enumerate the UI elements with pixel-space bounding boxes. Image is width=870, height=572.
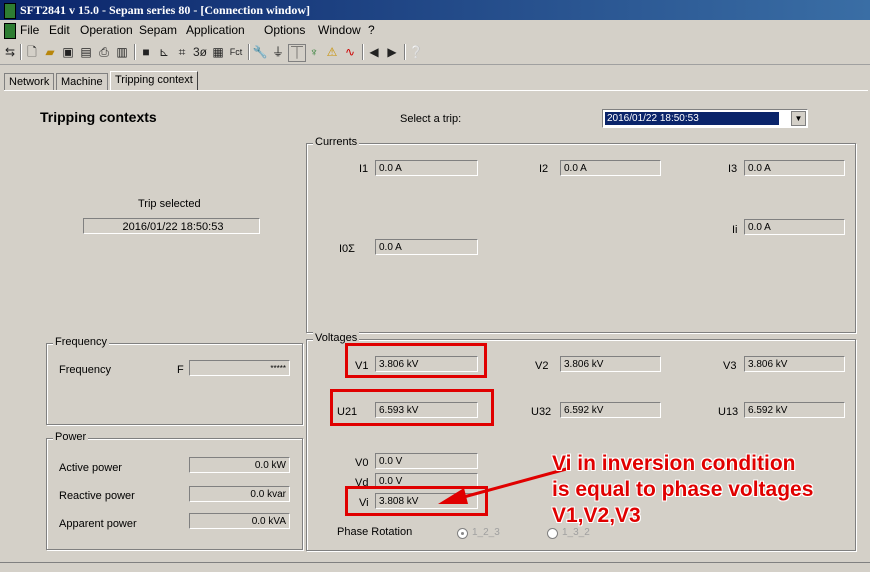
- u13-field: 6.592 kV: [744, 402, 845, 418]
- rotation-123-label: 1_2_3: [472, 527, 500, 538]
- apparent-power-field: 0.0 kVA: [189, 513, 290, 529]
- open-folder-icon[interactable]: ▰: [42, 44, 58, 60]
- app-icon: [4, 3, 16, 19]
- table-icon[interactable]: ▦: [210, 44, 226, 60]
- active-power-field: 0.0 kW: [189, 457, 290, 473]
- print-setup-icon[interactable]: ▥: [114, 44, 130, 60]
- help-icon[interactable]: ❔: [408, 44, 424, 60]
- v3-label: V3: [723, 360, 737, 372]
- frequency-group-title: Frequency: [53, 336, 109, 348]
- i0-field: 0.0 A: [375, 239, 478, 255]
- v3-field: 3.806 kV: [744, 356, 845, 372]
- menu-options[interactable]: Options: [264, 23, 305, 37]
- power-group: Power Active power 0.0 kW Reactive power…: [46, 431, 303, 550]
- alarm-icon[interactable]: ⚠: [324, 44, 340, 60]
- active-power-label: Active power: [59, 462, 122, 474]
- tab-strip: Network Machine Tripping context: [0, 64, 870, 92]
- frequency-label: Frequency: [59, 364, 111, 376]
- print-preview-icon[interactable]: ⎙: [96, 44, 112, 60]
- reactive-power-field: 0.0 kvar: [189, 486, 290, 502]
- u32-label: U32: [531, 406, 552, 418]
- tab-machine[interactable]: Machine: [56, 73, 108, 90]
- ii-field: 0.0 A: [744, 219, 845, 235]
- u21-highlight-box: [330, 389, 494, 426]
- v0-label: V0: [355, 457, 369, 469]
- currents-group: Currents I1 0.0 A I2 0.0 A I3 0.0 A Ii 0…: [306, 136, 856, 333]
- i0-label: I0Σ: [339, 243, 355, 255]
- u32-field: 6.592 kV: [560, 402, 661, 418]
- wrench-icon[interactable]: 🔧: [252, 44, 268, 60]
- menu-application[interactable]: Application: [186, 23, 245, 37]
- diagnosis-icon[interactable]: ♆: [306, 44, 322, 60]
- rotation-132-radio[interactable]: [547, 528, 558, 539]
- title-bar: SFT2841 v 15.0 - Sepam series 80 - [Conn…: [0, 0, 870, 20]
- menu-window[interactable]: Window: [318, 23, 361, 37]
- power-group-title: Power: [53, 431, 89, 443]
- toolbar: ⇆ 🗋 ▰ ▣ ▤ ⎙ ▥ ■ ⊾ ⌗ 3ø ▦ Fct 🔧 ⏚ ⏉ ♆ ⚠ ∿…: [0, 40, 870, 65]
- i3-label: I3: [728, 163, 738, 175]
- v2-field: 3.806 kV: [560, 356, 661, 372]
- waveform-icon[interactable]: ∿: [342, 44, 358, 60]
- protection-icon[interactable]: 3ø: [192, 44, 208, 60]
- reactive-power-label: Reactive power: [59, 490, 135, 502]
- tab-tripping-context[interactable]: Tripping context: [110, 71, 198, 91]
- v1-highlight-box: [345, 343, 487, 378]
- frequency-group: Frequency Frequency F *****: [46, 336, 303, 425]
- menu-edit[interactable]: Edit: [49, 23, 70, 37]
- ii-label: Ii: [732, 224, 738, 236]
- i2-field: 0.0 A: [560, 160, 661, 176]
- settings-icon[interactable]: ⌗: [174, 44, 190, 60]
- tab-network[interactable]: Network: [4, 73, 55, 90]
- sepam-icon[interactable]: ■: [138, 44, 154, 60]
- trip-selected-label: Trip selected: [138, 198, 201, 210]
- new-file-icon[interactable]: 🗋: [24, 44, 40, 60]
- print-icon[interactable]: ▤: [78, 44, 94, 60]
- menu-operation[interactable]: Operation: [80, 23, 133, 37]
- u13-label: U13: [718, 406, 739, 418]
- menu-file[interactable]: File: [20, 23, 39, 37]
- next-icon[interactable]: ▶: [384, 44, 400, 60]
- fct-icon[interactable]: Fct: [228, 44, 244, 60]
- frequency-field: *****: [189, 360, 290, 376]
- trip-selected-field: 2016/01/22 18:50:53: [83, 218, 260, 234]
- i1-field: 0.0 A: [375, 160, 478, 176]
- i3-field: 0.0 A: [744, 160, 845, 176]
- measurement-icon[interactable]: ⏚: [270, 44, 286, 60]
- document-icon[interactable]: [4, 23, 16, 39]
- apparent-power-label: Apparent power: [59, 518, 137, 530]
- menu-sepam[interactable]: Sepam: [139, 23, 177, 37]
- rotation-132-label: 1_3_2: [562, 527, 590, 538]
- page-title: Tripping contexts: [40, 109, 157, 125]
- phase-rotation-label: Phase Rotation: [337, 526, 413, 538]
- trip-select[interactable]: 2016/01/22 18:50:53 ▼: [602, 109, 808, 128]
- save-icon[interactable]: ▣: [60, 44, 76, 60]
- menu-bar: File Edit Operation Sepam Application Op…: [0, 20, 870, 40]
- previous-icon[interactable]: ◀: [366, 44, 382, 60]
- frequency-symbol: F: [177, 364, 184, 376]
- v2-label: V2: [535, 360, 549, 372]
- diagram-icon[interactable]: ⊾: [156, 44, 172, 60]
- chevron-down-icon[interactable]: ▼: [791, 111, 806, 126]
- currents-group-title: Currents: [313, 136, 360, 148]
- annotation-line-3: V1,V2,V3: [552, 504, 641, 527]
- i1-label: I1: [359, 163, 369, 175]
- annotation-line-2: is equal to phase voltages: [552, 478, 814, 501]
- window-title: SFT2841 v 15.0 - Sepam series 80 - [Conn…: [20, 3, 310, 17]
- menu-help[interactable]: ?: [368, 23, 375, 37]
- select-trip-label: Select a trip:: [400, 113, 462, 125]
- trip-select-value: 2016/01/22 18:50:53: [605, 112, 779, 125]
- rotation-123-radio[interactable]: [457, 528, 468, 539]
- annotation-line-1: Vi in inversion condition: [552, 452, 796, 475]
- i2-label: I2: [539, 163, 549, 175]
- disconnect-icon[interactable]: ⇆: [2, 44, 18, 60]
- network-icon[interactable]: ⏉: [288, 44, 306, 62]
